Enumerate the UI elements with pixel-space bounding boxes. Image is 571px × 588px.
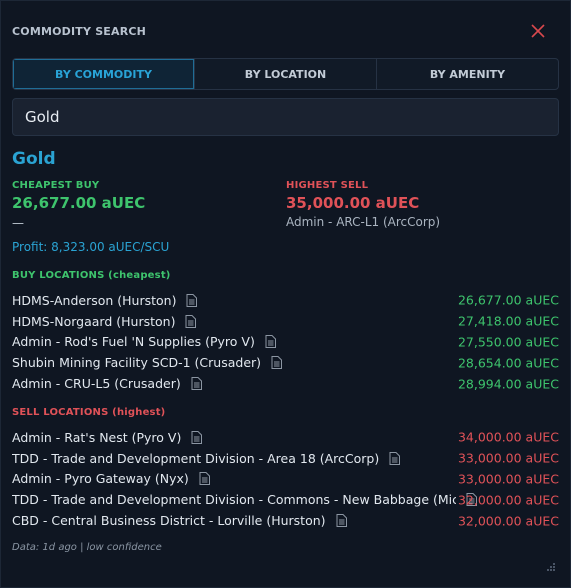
sell-location-row[interactable]: TDD - Trade and Development Division - A… bbox=[12, 448, 559, 469]
buy-location-name: Admin - Rod's Fuel 'N Supplies (Pyro V) bbox=[12, 334, 255, 350]
tab-by-commodity[interactable]: BY COMMODITY bbox=[13, 59, 195, 89]
buy-location-price: 27,550.00 aUEC bbox=[457, 334, 559, 350]
buy-locations-list: HDMS-Anderson (Hurston) 26,677.00 aUEC HDM… bbox=[12, 290, 559, 394]
buy-location-price: 26,677.00 aUEC bbox=[457, 292, 559, 308]
cheapest-buy-value: 26,677.00 aUEC bbox=[12, 194, 146, 212]
document-icon[interactable] bbox=[191, 377, 202, 391]
commodity-name: Gold bbox=[12, 149, 56, 169]
sell-location-price: 34,000.00 aUEC bbox=[457, 429, 559, 445]
sell-location-price: 32,000.00 aUEC bbox=[457, 492, 559, 508]
cheapest-buy-label: CHEAPEST BUY bbox=[12, 180, 100, 191]
buy-location-row[interactable]: Shubin Mining Facility SCD-1 (Crusader) 2… bbox=[12, 352, 559, 373]
sell-location-price: 32,000.00 aUEC bbox=[457, 513, 559, 529]
commodity-search-input[interactable] bbox=[12, 98, 559, 136]
sell-location-name: TDD - Trade and Development Division - A… bbox=[12, 450, 380, 466]
buy-location-price: 28,994.00 aUEC bbox=[457, 376, 559, 392]
sell-location-row[interactable]: Admin - Rat's Nest (Pyro V) 34,000.00 aUE… bbox=[12, 427, 559, 448]
document-icon[interactable] bbox=[265, 335, 276, 349]
document-icon[interactable] bbox=[271, 356, 283, 370]
sell-location-name: Admin - Rat's Nest (Pyro V) bbox=[12, 429, 182, 445]
document-icon[interactable] bbox=[389, 451, 401, 465]
buy-location-price: 28,654.00 aUEC bbox=[457, 355, 559, 371]
window-title: COMMODITY SEARCH bbox=[12, 25, 147, 38]
sell-location-row[interactable]: TDD - Trade and Development Division - C… bbox=[12, 489, 559, 510]
buy-location-price: 27,418.00 aUEC bbox=[457, 313, 559, 329]
sell-location-name: CBD - Central Business District - Lorvil… bbox=[12, 513, 326, 529]
highest-sell-location: Admin - ARC-L1 (ArcCorp) bbox=[286, 215, 441, 229]
search-mode-tabs: BY COMMODITY BY LOCATION BY AMENITY bbox=[12, 58, 559, 90]
tab-by-location[interactable]: BY LOCATION bbox=[195, 59, 377, 89]
window-header: COMMODITY SEARCH bbox=[12, 23, 556, 41]
buy-location-row[interactable]: HDMS-Norgaard (Hurston) 27,418.00 aUEC bbox=[12, 311, 559, 332]
cheapest-buy-location: — bbox=[12, 216, 24, 230]
commodity-search-window: COMMODITY SEARCH BY COMMODITY BY LOCATIO… bbox=[0, 0, 571, 588]
resize-grip-icon[interactable] bbox=[542, 559, 556, 573]
close-icon[interactable] bbox=[530, 23, 546, 39]
data-freshness-note: Data: 1d ago | low confidence bbox=[12, 542, 162, 553]
document-icon[interactable] bbox=[186, 293, 198, 307]
sell-location-price: 33,000.00 aUEC bbox=[457, 450, 559, 466]
document-icon[interactable] bbox=[336, 514, 347, 528]
buy-locations-label: BUY LOCATIONS (cheapest) bbox=[12, 270, 171, 281]
buy-location-name: HDMS-Anderson (Hurston) bbox=[12, 292, 177, 308]
buy-location-name: Admin - CRU-L5 (Crusader) bbox=[12, 376, 181, 392]
sell-location-row[interactable]: Admin - Pyro Gateway (Nyx) 33,000.00 aUEC bbox=[12, 469, 559, 490]
buy-location-row[interactable]: Admin - Rod's Fuel 'N Supplies (Pyro V) 2… bbox=[12, 332, 559, 353]
sell-locations-list: Admin - Rat's Nest (Pyro V) 34,000.00 aUE… bbox=[12, 427, 559, 531]
sell-location-name: TDD - Trade and Development Division - C… bbox=[12, 492, 456, 508]
buy-location-name: HDMS-Norgaard (Hurston) bbox=[12, 313, 176, 329]
document-icon[interactable] bbox=[191, 430, 203, 444]
profit-text: Profit: 8,323.00 aUEC/SCU bbox=[12, 240, 170, 254]
sell-location-row[interactable]: CBD - Central Business District - Lorvil… bbox=[12, 510, 559, 531]
highest-sell-value: 35,000.00 aUEC bbox=[286, 194, 420, 212]
tab-by-amenity[interactable]: BY AMENITY bbox=[377, 59, 558, 89]
buy-location-row[interactable]: HDMS-Anderson (Hurston) 26,677.00 aUEC bbox=[12, 290, 559, 311]
document-icon[interactable] bbox=[185, 314, 197, 328]
buy-location-name: Shubin Mining Facility SCD-1 (Crusader) bbox=[12, 355, 262, 371]
sell-location-name: Admin - Pyro Gateway (Nyx) bbox=[12, 471, 189, 487]
highest-sell-label: HIGHEST SELL bbox=[286, 180, 369, 191]
sell-locations-label: SELL LOCATIONS (highest) bbox=[12, 407, 166, 418]
sell-location-price: 33,000.00 aUEC bbox=[457, 471, 559, 487]
document-icon[interactable] bbox=[199, 472, 210, 486]
buy-location-row[interactable]: Admin - CRU-L5 (Crusader) 28,994.00 aUEC bbox=[12, 373, 559, 394]
